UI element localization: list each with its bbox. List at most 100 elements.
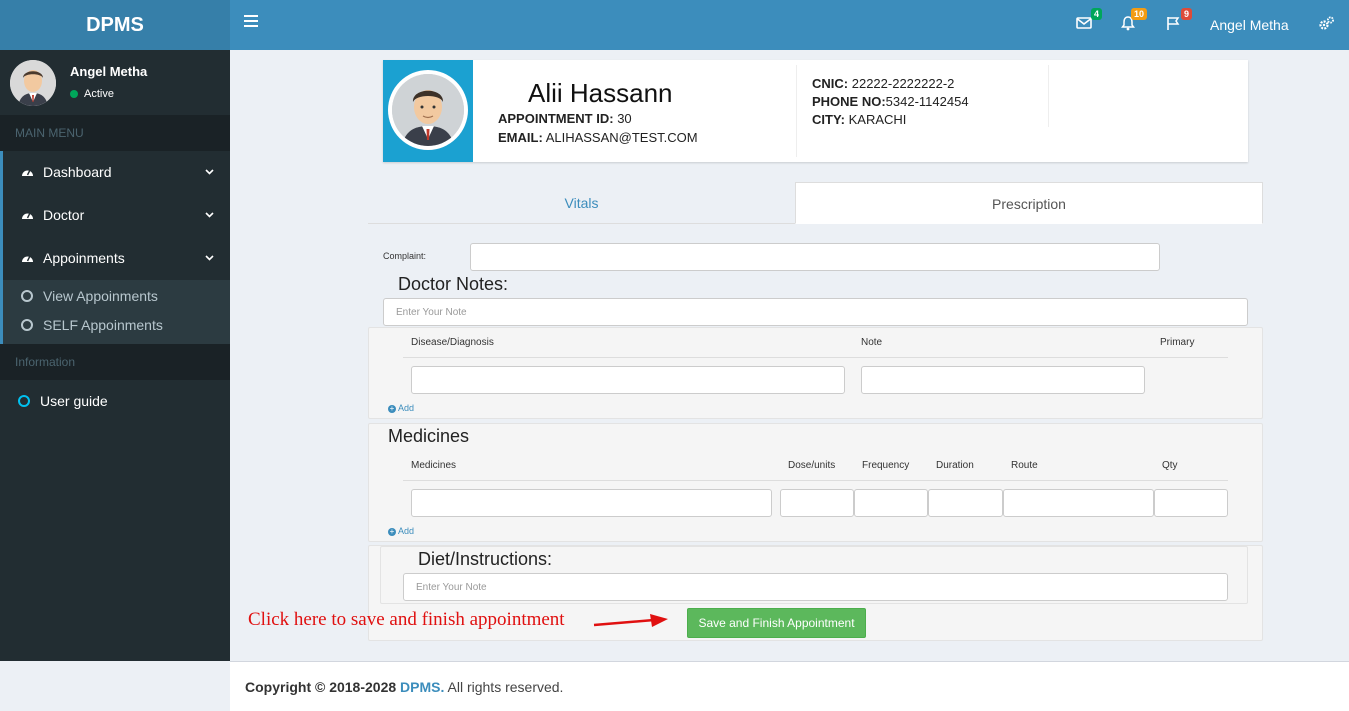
email-label: EMAIL: [498, 130, 543, 145]
diet-title: Diet/Instructions: [418, 549, 553, 569]
sidebar-item-label: Doctor [43, 207, 85, 223]
divider [1048, 65, 1049, 127]
plus-circle-icon: + [388, 527, 396, 536]
save-finish-button[interactable]: Save and Finish Appointment [687, 608, 866, 638]
col-header-disease: Disease/Diagnosis [411, 337, 494, 348]
bell-icon[interactable]: 10 [1121, 8, 1147, 34]
city-line: CITY: KARACHI [812, 112, 906, 127]
divider [403, 357, 1228, 358]
col-header-primary: Primary [1160, 337, 1195, 348]
phone-line: PHONE NO:5342-1142454 [812, 94, 969, 109]
add-medicine-link[interactable]: + Add [388, 526, 414, 536]
add-label: Add [398, 403, 415, 413]
information-header: Information [0, 344, 230, 380]
city-value: KARACHI [848, 112, 907, 127]
sidebar-item-label: User guide [40, 393, 108, 409]
sidebar-item-doctor[interactable]: Doctor [0, 194, 230, 237]
col-header-duration: Duration [936, 460, 974, 471]
cnic-line: CNIC: 22222-2222222-2 [812, 76, 954, 91]
sidebar-item-dashboard[interactable]: Dashboard [0, 151, 230, 194]
complaint-input[interactable] [470, 243, 1160, 271]
mail-icon[interactable]: 4 [1076, 8, 1102, 34]
complaint-label: Complaint: [383, 251, 427, 261]
col-header-medicines: Medicines [411, 460, 457, 471]
circle-icon [21, 290, 33, 302]
circle-icon [18, 395, 30, 407]
patient-avatar [388, 70, 468, 150]
diagnosis-note-input[interactable] [861, 366, 1145, 394]
medicine-input[interactable] [411, 489, 772, 517]
dose-input[interactable] [780, 489, 854, 517]
plus-circle-icon: + [388, 404, 396, 413]
appointment-id-line: APPOINTMENT ID: 30 [498, 111, 632, 126]
patient-card: Alii Hassann APPOINTMENT ID: 30 EMAIL: A… [383, 60, 1248, 162]
dashboard-icon [21, 238, 35, 281]
frequency-input[interactable] [854, 489, 928, 517]
sidebar-subitem-self-appoinments[interactable]: SELF Appoinments [3, 311, 230, 340]
cnic-value: 22222-2222222-2 [851, 76, 955, 91]
user-status: Active [70, 88, 114, 100]
header-user-name[interactable]: Angel Metha [1210, 17, 1289, 33]
bell-badge: 10 [1130, 8, 1147, 20]
sidebar-item-appoinments[interactable]: Appoinments [0, 237, 230, 280]
status-label: Active [84, 88, 114, 100]
tab-prescription[interactable]: Prescription [795, 182, 1263, 224]
dashboard-icon [21, 195, 35, 238]
col-header-note: Note [861, 337, 883, 348]
duration-input[interactable] [928, 489, 1003, 517]
col-header-frequency: Frequency [862, 460, 910, 471]
medicines-panel [368, 423, 1263, 542]
patient-name: Alii Hassann [528, 78, 673, 108]
sidebar: Angel Metha Active MAIN MENU Dashboard D… [0, 50, 230, 661]
add-diagnosis-link[interactable]: + Add [388, 403, 414, 413]
appoinments-submenu: View Appoinments SELF Appoinments [0, 280, 230, 344]
circle-icon [21, 319, 33, 331]
city-label: CITY: [812, 112, 845, 127]
sidebar-item-label: Appoinments [43, 250, 125, 266]
diagnosis-input[interactable] [411, 366, 845, 394]
sidebar-subitem-label: View Appoinments [43, 288, 158, 304]
phone-value: 5342-1142454 [885, 94, 969, 109]
chevron-down-icon [205, 194, 214, 237]
top-navbar: 4 10 9 Angel Metha [230, 0, 1349, 50]
diet-input[interactable]: Enter Your Note [403, 573, 1228, 601]
divider [796, 65, 797, 157]
gears-icon[interactable] [1318, 16, 1335, 36]
save-hint-annotation: Click here to save and finish appointmen… [248, 609, 565, 630]
appointment-id-label: APPOINTMENT ID: [498, 111, 614, 126]
doctor-notes-placeholder: Enter Your Note [396, 306, 467, 318]
arrow-right-icon [592, 611, 672, 636]
sidebar-subitem-view-appoinments[interactable]: View Appoinments [3, 282, 230, 311]
sidebar-subitem-label: SELF Appoinments [43, 317, 163, 333]
status-dot-icon [70, 90, 78, 98]
route-input[interactable] [1003, 489, 1154, 517]
rights-text: All rights reserved. [447, 679, 564, 695]
appointment-id-value: 30 [617, 111, 632, 126]
patient-avatar-panel [383, 60, 473, 162]
tab-bar: Vitals Prescription [368, 182, 1263, 224]
chevron-down-icon [205, 237, 214, 280]
email-line: EMAIL: ALIHASSAN@TEST.COM [498, 130, 698, 145]
app-logo[interactable]: DPMS [0, 0, 230, 50]
doctor-notes-title: Doctor Notes: [398, 274, 509, 294]
avatar [10, 60, 56, 106]
add-label: Add [398, 526, 415, 536]
copyright-text: Copyright © 2018-2028 [245, 679, 397, 695]
mail-badge: 4 [1090, 8, 1102, 20]
flag-icon[interactable]: 9 [1166, 8, 1192, 34]
col-header-route: Route [1011, 460, 1038, 471]
phone-label: PHONE NO: [812, 94, 886, 109]
menu-toggle-icon[interactable] [244, 15, 258, 29]
footer-brand-link[interactable]: DPMS. [400, 679, 444, 695]
tab-vitals[interactable]: Vitals [368, 182, 795, 224]
sidebar-item-user-guide[interactable]: User guide [0, 380, 230, 423]
sidebar-item-label: Dashboard [43, 164, 112, 180]
qty-input[interactable] [1154, 489, 1228, 517]
doctor-notes-input[interactable]: Enter Your Note [383, 298, 1248, 326]
flag-badge: 9 [1180, 8, 1192, 20]
footer: Copyright © 2018-2028 DPMS. All rights r… [230, 661, 1349, 711]
main-menu-header: MAIN MENU [0, 115, 230, 151]
medicines-title: Medicines [388, 426, 470, 446]
chevron-down-icon [205, 151, 214, 194]
cnic-label: CNIC: [812, 76, 849, 91]
